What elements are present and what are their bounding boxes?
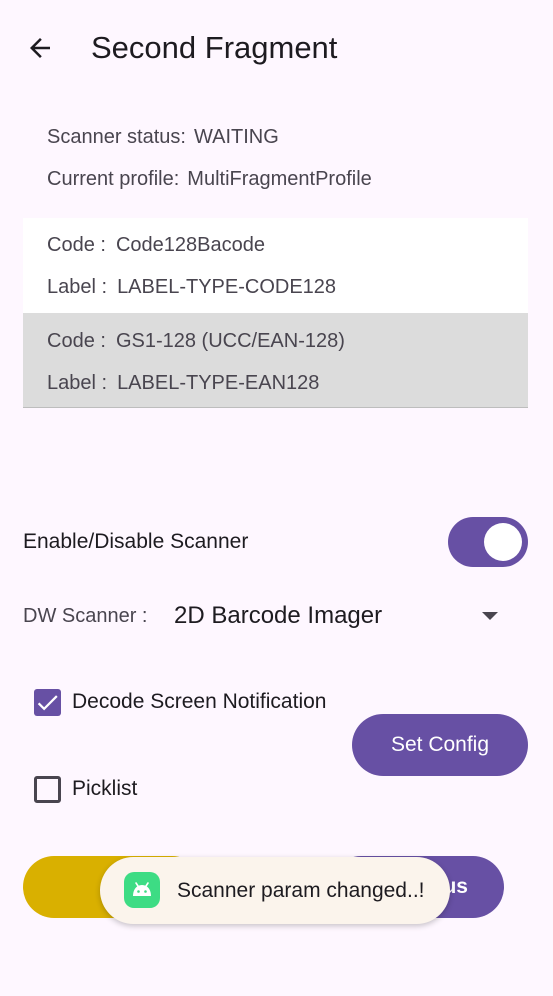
switch-knob bbox=[484, 523, 522, 561]
toast-message: Scanner param changed..! bbox=[177, 879, 425, 902]
scanner-switch[interactable] bbox=[448, 517, 528, 567]
code-value: Code128Bacode bbox=[115, 234, 265, 256]
label-line: Label : LABEL-TYPE-CODE128 bbox=[47, 276, 336, 299]
label-label: Label : bbox=[47, 372, 108, 394]
picklist-checkbox[interactable] bbox=[34, 776, 61, 803]
back-button[interactable] bbox=[18, 26, 62, 70]
code-line: Code : GS1-128 (UCC/EAN-128) bbox=[47, 330, 345, 353]
list-item[interactable]: Code : Code128Bacode Label : LABEL-TYPE-CO… bbox=[23, 218, 528, 313]
code-label: Code : bbox=[47, 234, 106, 256]
decode-notification-label: Decode Screen Notification bbox=[72, 690, 327, 713]
check-icon bbox=[37, 695, 58, 711]
dw-scanner-label: DW Scanner : bbox=[23, 605, 148, 627]
label-value: LABEL-TYPE-CODE128 bbox=[117, 276, 337, 298]
app-bar: Second Fragment bbox=[0, 0, 553, 100]
code-line: Code : Code128Bacode bbox=[47, 234, 265, 257]
barcode-list: Code : Code128Bacode Label : LABEL-TYPE-CO… bbox=[23, 218, 528, 408]
toast: Scanner param changed..! bbox=[100, 857, 450, 924]
dw-scanner-select[interactable]: 2D Barcode Imager bbox=[174, 602, 382, 630]
arrow-back-icon bbox=[30, 38, 50, 58]
page-title: Second Fragment bbox=[91, 30, 338, 65]
label-value: LABEL-TYPE-EAN128 bbox=[117, 372, 320, 394]
dropdown-arrow-icon[interactable] bbox=[482, 612, 498, 620]
picklist-label: Picklist bbox=[72, 777, 138, 800]
decode-notification-checkbox[interactable] bbox=[34, 689, 61, 716]
label-label: Label : bbox=[47, 276, 108, 298]
current-profile-line: Current profile: MultiFragmentProfile bbox=[47, 168, 372, 191]
current-profile-value: MultiFragmentProfile bbox=[187, 168, 372, 190]
scanner-status-value: WAITING bbox=[193, 126, 279, 148]
scanner-status-line: Scanner status: WAITING bbox=[47, 126, 279, 149]
code-value: GS1-128 (UCC/EAN-128) bbox=[115, 330, 345, 352]
current-profile-label: Current profile: bbox=[47, 168, 180, 190]
scanner-switch-label: Enable/Disable Scanner bbox=[23, 530, 249, 553]
list-item[interactable]: Code : GS1-128 (UCC/EAN-128) Label : LABEL… bbox=[23, 313, 528, 408]
set-config-button[interactable]: Set Config bbox=[352, 714, 528, 776]
code-label: Code : bbox=[47, 330, 106, 352]
label-line: Label : LABEL-TYPE-EAN128 bbox=[47, 372, 319, 395]
android-icon bbox=[124, 872, 160, 908]
scanner-status-label: Scanner status: bbox=[47, 126, 186, 148]
